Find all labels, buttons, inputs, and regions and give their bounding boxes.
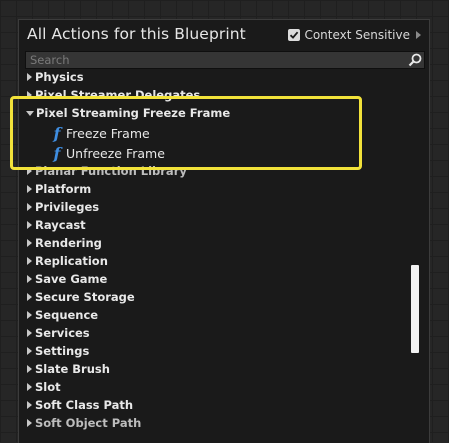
category-slate-brush[interactable]: Slate Brush (19, 360, 110, 378)
collapsed-arrow-icon[interactable] (27, 185, 32, 193)
collapsed-arrow-icon[interactable] (27, 383, 32, 391)
collapsed-arrow-icon[interactable] (27, 401, 32, 409)
category-slot[interactable]: Slot (19, 378, 61, 396)
context-sensitive-label: Context Sensitive (304, 28, 410, 42)
context-sensitive-checkbox[interactable] (288, 29, 301, 41)
context-sensitive-toggle[interactable]: Context Sensitive (288, 27, 421, 43)
collapsed-arrow-icon[interactable] (27, 275, 32, 283)
collapsed-arrow-icon[interactable] (27, 347, 32, 355)
category-label: Soft Class Path (35, 398, 134, 412)
category-settings[interactable]: Settings (19, 342, 89, 360)
collapsed-arrow-icon[interactable] (27, 293, 32, 301)
scrollbar-thumb[interactable] (411, 265, 419, 353)
category-replication[interactable]: Replication (19, 252, 108, 270)
category-label: Raycast (35, 218, 86, 232)
category-label: Platform (35, 182, 92, 196)
category-privileges[interactable]: Privileges (19, 198, 99, 216)
category-label: Sequence (35, 308, 99, 322)
collapsed-arrow-icon[interactable] (27, 73, 32, 81)
collapsed-arrow-icon[interactable] (27, 329, 32, 337)
category-secure-storage[interactable]: Secure Storage (19, 288, 135, 306)
category-label: Privileges (35, 200, 100, 214)
collapsed-arrow-icon[interactable] (27, 365, 32, 373)
search-box (25, 51, 425, 69)
category-label: Settings (35, 344, 90, 358)
category-save-game[interactable]: Save Game (19, 270, 107, 288)
category-soft-class-path[interactable]: Soft Class Path (19, 396, 133, 414)
category-label: Secure Storage (35, 290, 135, 304)
category-label: Slate Brush (35, 362, 110, 376)
category-soft-object-path[interactable]: Soft Object Path (19, 414, 141, 432)
collapsed-arrow-icon[interactable] (27, 311, 32, 319)
category-label: Rendering (35, 236, 102, 250)
actions-menu-title: All Actions for this Blueprint (27, 25, 246, 43)
context-expand-arrow-icon[interactable] (416, 31, 421, 39)
actions-menu: All Actions for this Blueprint Context S… (18, 19, 430, 443)
category-label: Save Game (35, 272, 108, 286)
category-services[interactable]: Services (19, 324, 90, 342)
category-rendering[interactable]: Rendering (19, 234, 102, 252)
category-label: Slot (35, 380, 61, 394)
category-label: Services (35, 326, 90, 340)
collapsed-arrow-icon[interactable] (27, 221, 32, 229)
search-icon[interactable] (408, 53, 422, 67)
category-label: Replication (35, 254, 108, 268)
actions-menu-header: All Actions for this Blueprint Context S… (19, 20, 429, 48)
collapsed-arrow-icon[interactable] (27, 419, 32, 427)
collapsed-arrow-icon[interactable] (27, 239, 32, 247)
category-label: Physics (35, 70, 84, 84)
highlight-box (10, 96, 362, 170)
collapsed-arrow-icon[interactable] (27, 257, 32, 265)
collapsed-arrow-icon[interactable] (27, 203, 32, 211)
category-platform[interactable]: Platform (19, 180, 91, 198)
category-sequence[interactable]: Sequence (19, 306, 98, 324)
search-input[interactable] (28, 52, 400, 68)
checkmark-icon (290, 31, 299, 39)
category-label: Soft Object Path (35, 416, 142, 430)
category-raycast[interactable]: Raycast (19, 216, 86, 234)
category-physics[interactable]: Physics (19, 68, 84, 86)
